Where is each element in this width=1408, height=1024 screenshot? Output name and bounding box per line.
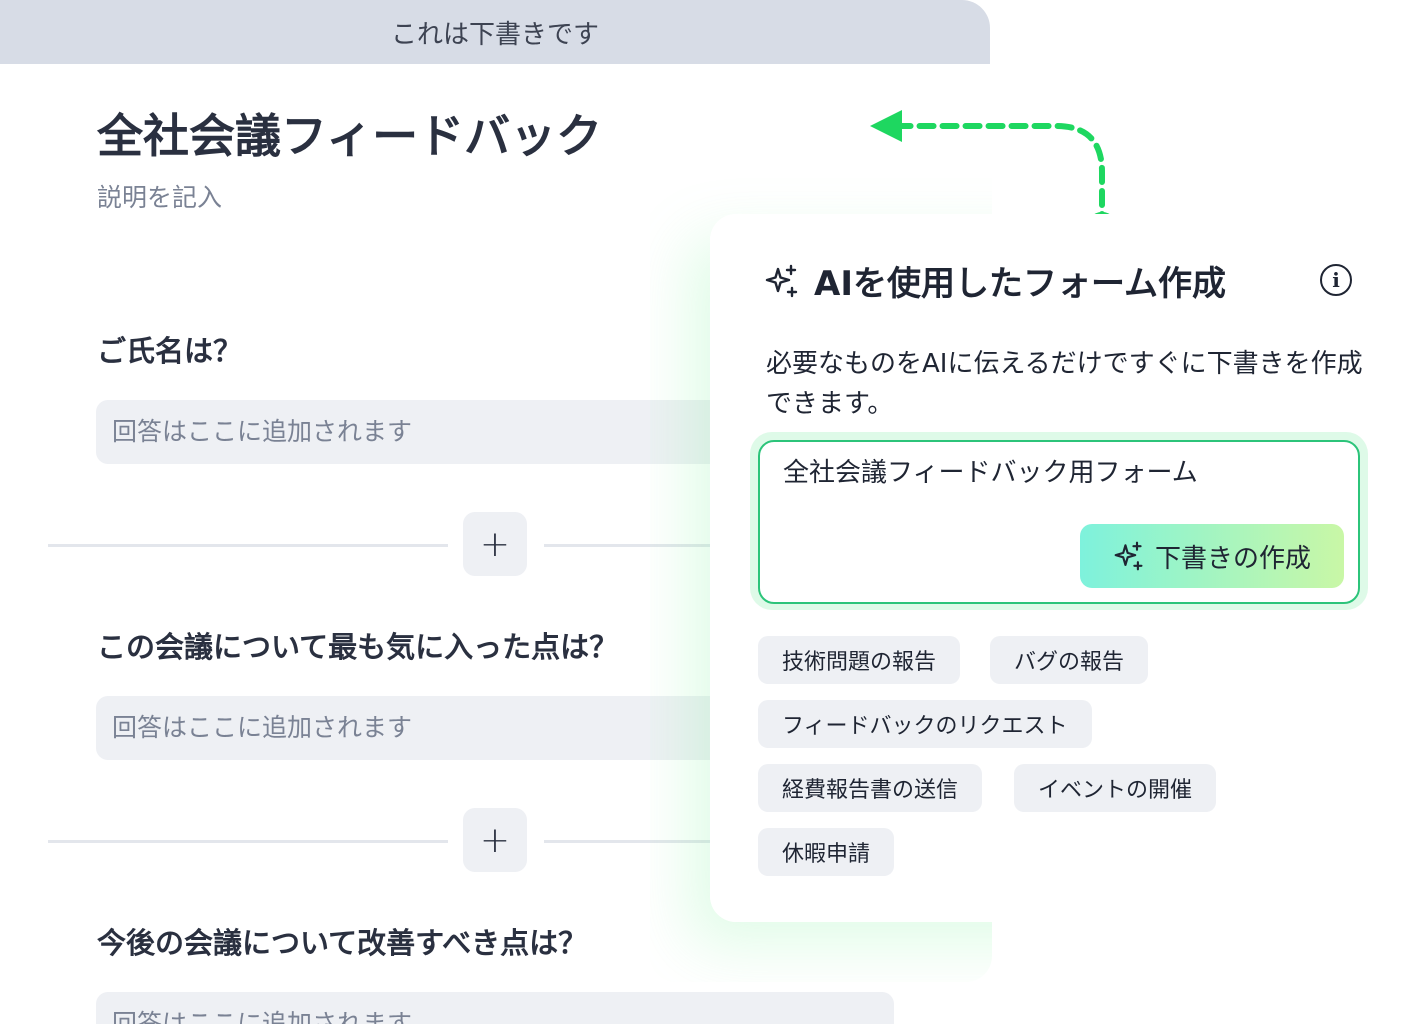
suggestion-chip[interactable]: 経費報告書の送信 [758,764,983,812]
question-label[interactable]: この会議について最も気に入った点は？ [97,624,618,666]
draft-banner-text: これは下書きです [390,19,599,50]
divider [48,840,448,843]
plus-icon: + [479,523,511,565]
add-question-button[interactable]: + [463,512,527,576]
ai-panel-description: 必要なものをAIに伝えるだけですぐに下書きを作成できます。 [766,349,1363,419]
suggestion-chip[interactable]: 休暇申請 [758,828,895,876]
question-label[interactable]: ご氏名は？ [97,328,242,370]
form-title[interactable]: 全社会議フィードバック [97,100,602,166]
draft-banner: これは下書きです [0,0,990,64]
form-description-field[interactable]: 説明を記入 [97,178,222,214]
ai-panel-title: AIを使用したフォーム作成 [814,264,1226,304]
create-draft-button[interactable]: 下書きの作成 [1080,524,1344,588]
suggestion-chip[interactable]: イベントの開催 [1014,764,1217,812]
suggestion-chip[interactable]: バグの報告 [990,636,1149,684]
suggestion-chip[interactable]: 技術問題の報告 [758,636,961,684]
sparkle-icon [765,264,798,297]
suggestion-chip[interactable]: フィードバックのリクエスト [758,700,1092,748]
question-label[interactable]: 今後の会議について改善すべき点は？ [97,920,587,962]
info-icon[interactable]: i [1320,264,1352,296]
answer-placeholder: 回答はここに追加されます [96,992,894,1024]
divider [48,544,448,547]
sparkle-icon [1114,541,1143,571]
plus-icon: + [479,819,511,861]
create-draft-button-label: 下書きの作成 [1154,543,1311,574]
ai-panel-header: AIを使用したフォーム作成 [764,256,1226,305]
add-question-button[interactable]: + [463,808,527,872]
ai-prompt-value[interactable]: 全社会議フィードバック用フォーム [783,452,1198,489]
